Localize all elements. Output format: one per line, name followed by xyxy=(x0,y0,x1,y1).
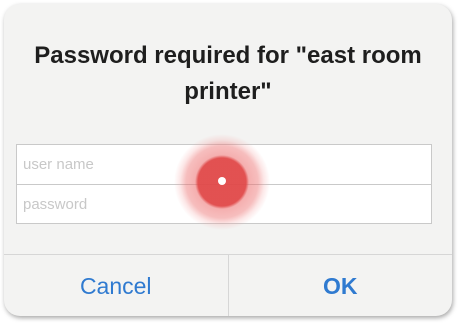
cancel-button[interactable]: Cancel xyxy=(4,255,228,316)
dialog-buttons: Cancel OK xyxy=(4,254,452,316)
username-input[interactable] xyxy=(17,145,431,184)
credentials-fields xyxy=(16,144,432,224)
ok-button[interactable]: OK xyxy=(227,255,453,316)
dialog-title: Password required for "east room printer… xyxy=(34,42,422,105)
password-input[interactable] xyxy=(17,184,431,223)
password-dialog: Password required for "east room printer… xyxy=(4,4,452,316)
